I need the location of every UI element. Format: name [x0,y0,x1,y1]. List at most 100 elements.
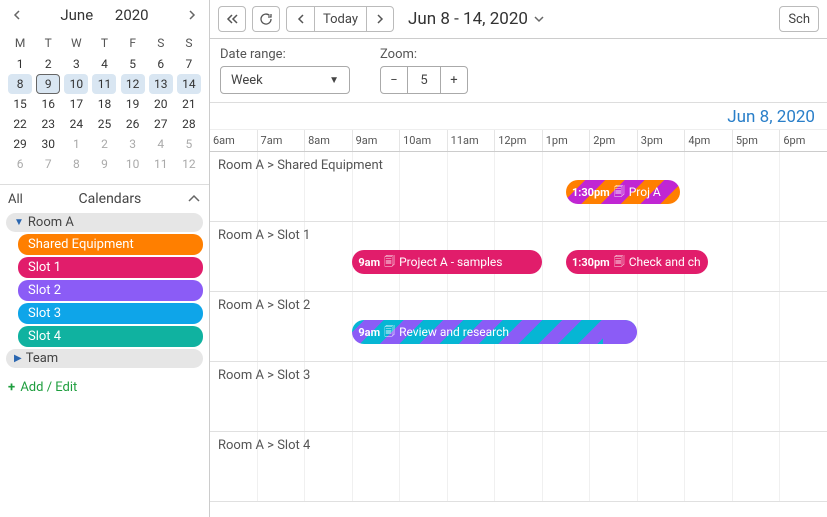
calendar-day[interactable]: 25 [90,114,118,134]
hour-cell: 5pm [732,130,780,151]
schedule-button[interactable]: Sch [779,6,819,32]
controls-row: Date range: Week ▼ Zoom: − 5 + [210,39,827,103]
add-edit-button[interactable]: + Add / Edit [0,376,209,399]
calendar-day[interactable]: 7 [175,54,203,74]
resource-label: Room A > Shared Equipment [218,158,383,173]
rewind-button[interactable] [218,6,246,32]
today-button[interactable]: Today [314,6,366,32]
calendar-item[interactable]: Slot 4 [18,326,203,347]
double-chevron-left-icon [226,14,238,24]
calendar-day[interactable]: 13 [147,74,175,94]
weekday-header: S [147,32,175,54]
calendar-day[interactable]: 7 [34,154,62,174]
calendar-day[interactable]: 22 [6,114,34,134]
calendar-item[interactable]: Slot 1 [18,257,203,278]
next-button[interactable] [366,6,394,32]
all-label[interactable]: All [8,192,23,207]
mini-calendar: MTWTFSS 12345678910111213141516171819202… [0,30,209,184]
calendar-day[interactable]: 8 [6,74,34,94]
triangle-down-icon: ▼ [329,75,339,86]
calendar-day[interactable]: 3 [119,134,147,154]
resource-label: Room A > Slot 3 [218,368,310,383]
calendar-day[interactable]: 26 [119,114,147,134]
event-time: 1:30pm [572,186,610,199]
hour-cell: 10am [399,130,447,151]
calendar-day[interactable]: 6 [6,154,34,174]
calendar-day[interactable]: 5 [175,134,203,154]
resource-row: Room A > Slot 3 [210,362,827,432]
event[interactable]: 9am🗐Project A - samples [352,250,542,274]
weekday-header: S [175,32,203,54]
calendar-day[interactable]: 27 [147,114,175,134]
event[interactable]: 1:30pm🗐Proj A [566,180,680,204]
calendar-group[interactable]: ▶Team [6,349,203,368]
hour-cell: 12pm [494,130,542,151]
calendar-icon: 🗐 [384,323,395,342]
calendar-day[interactable]: 12 [119,74,147,94]
hour-cell: 9am [352,130,400,151]
calendar-day[interactable]: 28 [175,114,203,134]
date-range-select[interactable]: Week ▼ [220,66,350,94]
calendar-day[interactable]: 1 [6,54,34,74]
resource-label: Room A > Slot 2 [218,298,310,313]
chevron-down-icon [534,15,544,23]
event-title: Review and research [399,325,509,339]
event[interactable]: 1:30pm🗐Check and ch [566,250,708,274]
calendar-day[interactable]: 21 [175,94,203,114]
chevron-left-icon [297,14,305,24]
calendar-day[interactable]: 16 [34,94,62,114]
collapse-icon[interactable] [187,194,201,204]
event-title: Project A - samples [399,255,502,269]
calendar-day[interactable]: 4 [147,134,175,154]
calendar-day[interactable]: 9 [34,74,62,94]
calendar-day[interactable]: 20 [147,94,175,114]
refresh-button[interactable] [252,6,280,32]
calendar-day[interactable]: 23 [34,114,62,134]
date-range-value: Week [231,73,263,88]
calendar-item[interactable]: Slot 3 [18,303,203,324]
calendar-day[interactable]: 10 [62,74,90,94]
calendar-day[interactable]: 18 [90,94,118,114]
prev-button[interactable] [286,6,314,32]
weekday-header: T [34,32,62,54]
calendar-day[interactable]: 29 [6,134,34,154]
calendar-day[interactable]: 2 [90,134,118,154]
date-range-title[interactable]: Jun 8 - 14, 2020 [408,9,544,29]
zoom-control: Zoom: − 5 + [380,47,468,94]
resource-row: Room A > Slot 29am🗐Review and research [210,292,827,362]
calendars-header[interactable]: All Calendars [0,184,209,213]
calendar-day[interactable]: 14 [175,74,203,94]
event[interactable]: 9am🗐Review and research [352,320,637,344]
calendar-day[interactable]: 24 [62,114,90,134]
add-edit-label: Add / Edit [20,380,77,395]
calendar-day[interactable]: 10 [119,154,147,174]
event-time: 9am [358,256,380,269]
calendar-day[interactable]: 12 [175,154,203,174]
calendar-day[interactable]: 9 [90,154,118,174]
calendar-day[interactable]: 6 [147,54,175,74]
zoom-out-button[interactable]: − [380,66,408,94]
calendar-item[interactable]: Shared Equipment [18,234,203,255]
calendar-day[interactable]: 15 [6,94,34,114]
prev-month-button[interactable] [8,6,26,24]
calendar-day[interactable]: 1 [62,134,90,154]
calendar-item[interactable]: Slot 2 [18,280,203,301]
calendar-list: ▼Room AShared EquipmentSlot 1Slot 2Slot … [0,213,209,376]
calendar-day[interactable]: 4 [90,54,118,74]
day-title: Jun 8, 2020 [210,103,827,129]
next-month-button[interactable] [183,6,201,24]
calendar-day[interactable]: 11 [90,74,118,94]
calendar-day[interactable]: 8 [62,154,90,174]
calendar-day[interactable]: 2 [34,54,62,74]
calendar-day[interactable]: 17 [62,94,90,114]
calendar-day[interactable]: 11 [147,154,175,174]
calendar-day[interactable]: 3 [62,54,90,74]
zoom-in-button[interactable]: + [440,66,468,94]
chevron-left-icon [12,10,22,20]
date-range-control: Date range: Week ▼ [220,47,350,94]
calendar-day[interactable]: 30 [34,134,62,154]
schedule-grid[interactable]: Room A > Shared Equipment 1:30pm🗐Proj A Ro… [210,152,827,517]
calendar-day[interactable]: 19 [119,94,147,114]
calendar-group[interactable]: ▼Room A [6,213,203,232]
calendar-day[interactable]: 5 [119,54,147,74]
